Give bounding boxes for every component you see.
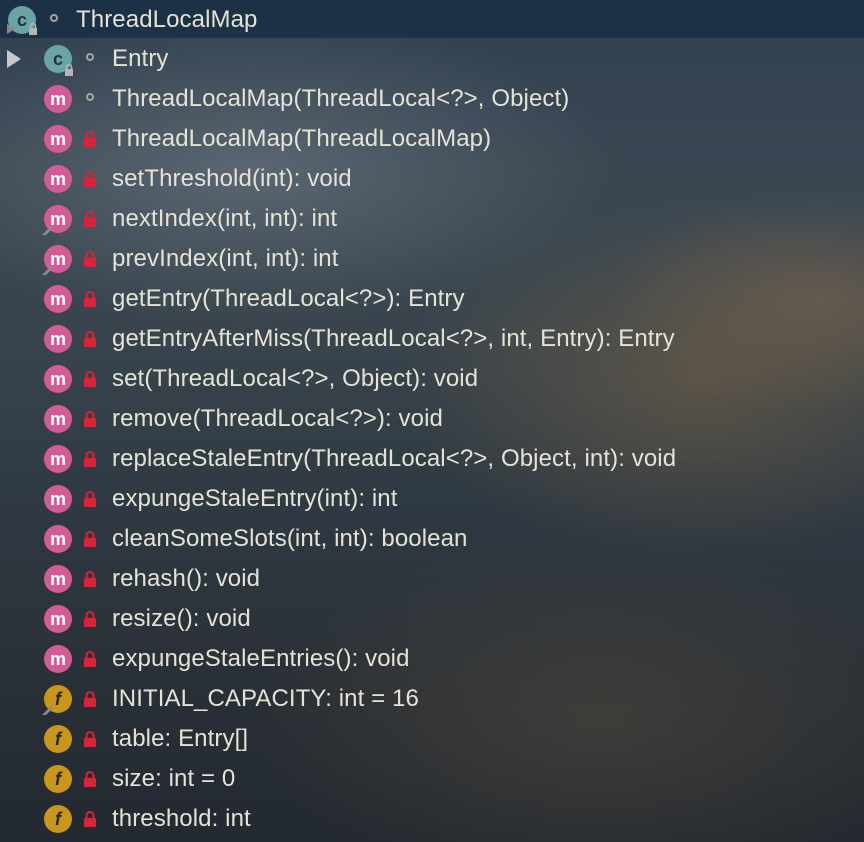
private-lock-icon [84,331,96,347]
static-marker-icon [42,705,52,715]
tree-item-label: threshold: int [112,805,251,832]
tree-item-method[interactable]: m setThreshold(int): void [0,159,864,199]
tree-root-threadlocalmap[interactable]: c ThreadLocalMap [0,0,864,40]
tree-item-constructor[interactable]: m ThreadLocalMap(ThreadLocalMap) [0,119,864,159]
tree-item-label: Entry [112,45,169,72]
tree-item-field[interactable]: f table: Entry[] [0,719,864,759]
tree-item-label: table: Entry[] [112,725,249,752]
lock-small-icon [65,63,73,76]
method-icon: m [44,365,72,393]
method-icon: m [44,485,72,513]
tree-item-label: size: int = 0 [112,765,236,792]
tree-item-label: setThreshold(int): void [112,165,352,192]
private-lock-icon [84,771,96,787]
tree-item-field[interactable]: f INITIAL_CAPACITY: int = 16 [0,679,864,719]
tree-item-field[interactable]: f size: int = 0 [0,759,864,799]
method-icon: m [44,645,72,673]
method-icon: m [44,525,72,553]
package-visibility-icon [50,14,58,22]
private-lock-icon [84,651,96,667]
tree-item-label: getEntry(ThreadLocal<?>): Entry [112,285,465,312]
tree-item-label: nextIndex(int, int): int [112,205,338,232]
method-icon: m [44,565,72,593]
tree-item-label: rehash(): void [112,565,261,592]
method-icon: m [44,445,72,473]
private-lock-icon [84,211,96,227]
private-lock-icon [84,131,96,147]
tree-item-method[interactable]: m prevIndex(int, int): int [0,239,864,279]
private-lock-icon [84,811,96,827]
tree-item-method[interactable]: m getEntry(ThreadLocal<?>): Entry [0,279,864,319]
tree-item-constructor[interactable]: m ThreadLocalMap(ThreadLocal<?>, Object) [0,79,864,119]
expand-arrow-icon[interactable] [7,50,21,68]
method-icon: m [44,125,72,153]
field-icon: f [44,765,72,793]
method-icon: m [44,325,72,353]
private-lock-icon [84,571,96,587]
tree-item-method[interactable]: m getEntryAfterMiss(ThreadLocal<?>, int,… [0,319,864,359]
tree-item-label: remove(ThreadLocal<?>): void [112,405,443,432]
method-icon: m [44,405,72,433]
field-icon: f [44,725,72,753]
tree-item-label: ThreadLocalMap(ThreadLocal<?>, Object) [112,85,570,112]
tree-item-method[interactable]: m resize(): void [0,599,864,639]
tree-item-label: ThreadLocalMap [76,6,258,33]
static-marker-icon [42,225,52,235]
tree-item-label: cleanSomeSlots(int, int): boolean [112,525,468,552]
tree-item-method[interactable]: m remove(ThreadLocal<?>): void [0,399,864,439]
tree-item-method[interactable]: m cleanSomeSlots(int, int): boolean [0,519,864,559]
tree-item-method[interactable]: m set(ThreadLocal<?>, Object): void [0,359,864,399]
private-lock-icon [84,731,96,747]
tree-item-label: getEntryAfterMiss(ThreadLocal<?>, int, E… [112,325,675,352]
tree-item-label: replaceStaleEntry(ThreadLocal<?>, Object… [112,445,677,472]
static-marker-icon [42,265,52,275]
private-lock-icon [84,491,96,507]
tree-item-method[interactable]: m replaceStaleEntry(ThreadLocal<?>, Obje… [0,439,864,479]
private-lock-icon [84,611,96,627]
tree-item-field[interactable]: f threshold: int [0,799,864,839]
private-lock-icon [84,691,96,707]
private-lock-icon [84,371,96,387]
tree-item-method[interactable]: m expungeStaleEntry(int): int [0,479,864,519]
private-lock-icon [84,411,96,427]
private-lock-icon [84,251,96,267]
tree-item-label: expungeStaleEntries(): void [112,645,410,672]
tree-item-method[interactable]: m rehash(): void [0,559,864,599]
tree-item-label: prevIndex(int, int): int [112,245,339,272]
tree-item-label: set(ThreadLocal<?>, Object): void [112,365,479,392]
method-icon: m [44,165,72,193]
package-visibility-icon [86,93,94,101]
private-lock-icon [84,451,96,467]
tree-item-label: INITIAL_CAPACITY: int = 16 [112,685,419,712]
private-lock-icon [84,171,96,187]
private-lock-icon [84,291,96,307]
method-icon: m [44,85,72,113]
package-visibility-icon [86,53,94,61]
method-icon: m [44,605,72,633]
tree-item-method[interactable]: m nextIndex(int, int): int [0,199,864,239]
tree-item-label: resize(): void [112,605,251,632]
lock-small-icon [29,22,37,35]
tree-item-method[interactable]: m expungeStaleEntries(): void [0,639,864,679]
static-marker-icon [7,24,15,34]
tree-item-label: ThreadLocalMap(ThreadLocalMap) [112,125,492,152]
tree-item-label: expungeStaleEntry(int): int [112,485,398,512]
private-lock-icon [84,531,96,547]
field-icon: f [44,805,72,833]
method-icon: m [44,285,72,313]
tree-item-entry[interactable]: c Entry [0,39,864,79]
